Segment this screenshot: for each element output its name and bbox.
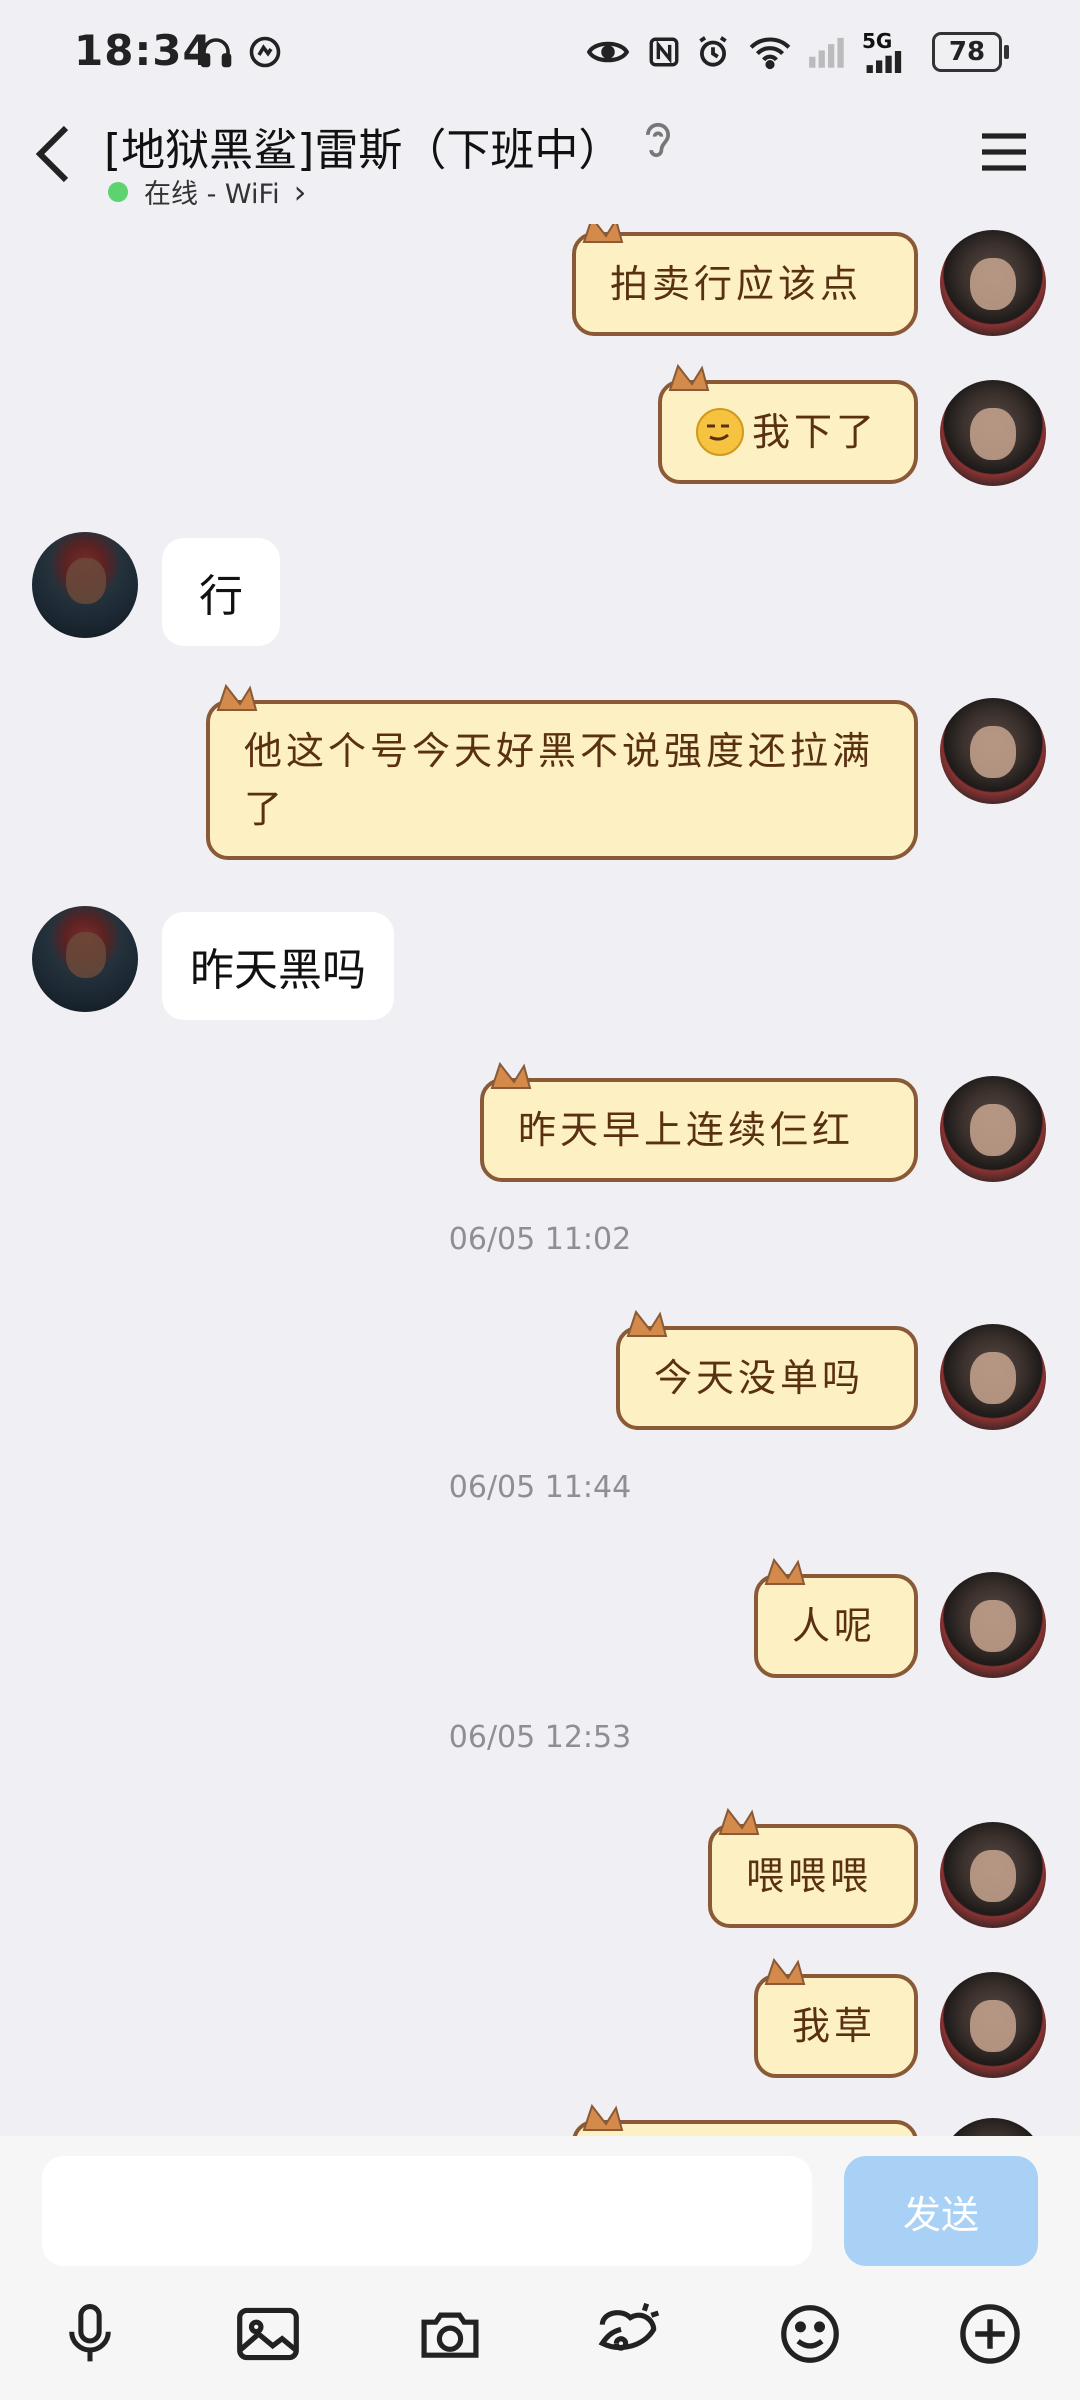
message-row: 喂喂喂	[0, 1807, 1080, 1928]
message-row: 今天没单吗	[0, 1309, 1080, 1430]
online-dot	[108, 181, 128, 202]
plus-icon[interactable]	[952, 2296, 1028, 2372]
nfc-icon	[644, 28, 684, 76]
eye-icon	[584, 28, 632, 76]
message-text: 我草	[792, 2004, 877, 2048]
message-row: 人呢	[0, 1557, 1080, 1678]
cat-ears-icon	[764, 1557, 806, 1585]
cat-ears-icon	[582, 2103, 624, 2131]
image-icon[interactable]	[230, 2296, 306, 2372]
message-text: 人呢	[792, 1604, 877, 1648]
message-bubble[interactable]: 人呢	[754, 1557, 918, 1678]
status-time: 18:34	[74, 26, 213, 75]
contact-avatar[interactable]	[32, 532, 138, 638]
message-list[interactable]: 拍卖行应该点 我下了 行 他这个号今天好黑不说强度还拉满了 昨天黑吗 昨天早上连…	[0, 224, 1080, 2136]
cat-ears-icon	[582, 224, 624, 243]
timestamp: 06/05 12:53	[448, 1720, 632, 1755]
message-row: 行	[0, 526, 1080, 646]
message-row: 我草	[0, 1957, 1080, 2078]
headphones-icon	[196, 28, 236, 76]
ear-icon[interactable]	[640, 118, 680, 168]
message-bubble[interactable]: 喂喂喂	[708, 1807, 918, 1928]
message-bubble[interactable]: 昨天黑吗	[162, 912, 394, 1020]
input-bar: 发送	[0, 2136, 1080, 2400]
message-bubble[interactable]: 今天没单吗	[616, 1309, 918, 1430]
app-badge-icon	[244, 28, 286, 76]
send-button[interactable]: 发送	[844, 2156, 1038, 2266]
my-avatar[interactable]	[940, 1324, 1046, 1430]
message-bubble[interactable]: 行	[162, 538, 280, 646]
message-row: 他这个号今天好黑不说强度还拉满了	[0, 683, 1080, 862]
back-button[interactable]	[30, 122, 90, 192]
message-text: 他这个号今天好黑不说强度还拉满了	[244, 729, 875, 831]
my-avatar[interactable]	[940, 698, 1046, 804]
message-bubble[interactable]: 昨天早上连续仨红	[480, 1061, 918, 1182]
my-avatar[interactable]	[940, 230, 1046, 336]
message-row	[0, 2103, 1080, 2136]
wifi-icon	[746, 28, 794, 76]
timestamp: 06/05 11:02	[448, 1222, 632, 1257]
smirk-emoji-icon	[696, 408, 744, 456]
message-input[interactable]	[42, 2156, 812, 2266]
my-avatar[interactable]	[940, 1076, 1046, 1182]
message-text: 拍卖行应该点	[610, 262, 863, 306]
my-avatar[interactable]	[940, 380, 1046, 486]
signal-5g-icon: 5G	[862, 28, 922, 76]
message-bubble[interactable]: 他这个号今天好黑不说强度还拉满了	[206, 683, 918, 860]
message-text: 昨天早上连续仨红	[518, 1108, 855, 1152]
menu-icon[interactable]	[978, 130, 1034, 180]
message-row: 昨天早上连续仨红	[0, 1061, 1080, 1182]
timestamp: 06/05 11:44	[448, 1470, 632, 1505]
cat-ears-icon	[216, 683, 258, 711]
camera-icon[interactable]	[412, 2296, 488, 2372]
my-avatar[interactable]	[940, 1822, 1046, 1928]
network-label: 5G	[862, 29, 893, 53]
cat-ears-icon	[490, 1061, 532, 1089]
message-text: 喂喂喂	[746, 1854, 873, 1898]
message-bubble[interactable]	[572, 2103, 918, 2136]
message-text: 今天没单吗	[654, 1356, 865, 1400]
message-bubble[interactable]: 拍卖行应该点	[572, 224, 918, 336]
contact-name[interactable]: [地狱黑鲨]雷斯（下班中）	[104, 114, 622, 178]
contact-avatar[interactable]	[32, 906, 138, 1012]
message-text: 我下了	[752, 410, 879, 454]
online-status[interactable]: 在线 - WiFi ›	[108, 172, 306, 211]
alarm-icon	[692, 28, 734, 76]
signal-icon	[804, 28, 852, 76]
message-bubble[interactable]: 我草	[754, 1957, 918, 2078]
online-status-text: 在线 - WiFi	[144, 179, 280, 210]
red-packet-icon[interactable]	[590, 2296, 666, 2372]
my-avatar[interactable]	[940, 1572, 1046, 1678]
message-row: 拍卖行应该点	[0, 224, 1080, 336]
cat-ears-icon	[626, 1309, 668, 1337]
my-avatar[interactable]	[940, 1972, 1046, 2078]
battery-indicator: 78	[932, 32, 1009, 72]
cat-ears-icon	[718, 1807, 760, 1835]
message-bubble[interactable]: 我下了	[658, 363, 918, 484]
chat-header: [地狱黑鲨]雷斯（下班中） 在线 - WiFi ›	[0, 100, 1080, 224]
status-bar: 18:34 5G 78	[0, 0, 1080, 100]
message-row: 我下了	[0, 363, 1080, 486]
my-avatar[interactable]	[940, 2118, 1046, 2136]
cat-ears-icon	[668, 363, 710, 391]
emoji-icon[interactable]	[772, 2296, 848, 2372]
mic-icon[interactable]	[52, 2296, 128, 2372]
message-row: 昨天黑吗	[0, 900, 1080, 1020]
cat-ears-icon	[764, 1957, 806, 1985]
chevron-right-icon: ›	[293, 172, 307, 211]
